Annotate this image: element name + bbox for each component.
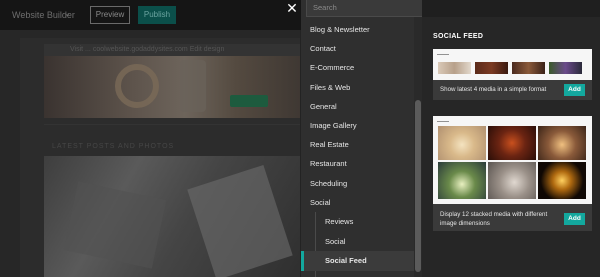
preview-panel-header bbox=[422, 0, 600, 17]
page-divider bbox=[44, 124, 300, 125]
subcategory-social-feed[interactable]: Social Feed bbox=[301, 251, 414, 271]
media-thumbnail bbox=[488, 126, 536, 160]
publish-button: Publish bbox=[138, 6, 176, 24]
ring-shape bbox=[115, 64, 159, 108]
media-thumbnail bbox=[438, 126, 486, 160]
card-description: Show latest 4 media in a simple format bbox=[440, 86, 547, 93]
close-icon[interactable]: ✕ bbox=[284, 0, 300, 16]
card-description: Display 12 stacked media with different … bbox=[440, 211, 548, 227]
subcategory-social[interactable]: Social bbox=[301, 232, 414, 252]
media-thumbnail bbox=[549, 62, 582, 74]
scrollbar-thumb[interactable] bbox=[415, 100, 421, 272]
media-thumbnail bbox=[538, 126, 586, 160]
preview-header-line: ▬▬▬▬ bbox=[437, 52, 449, 56]
category-image-gallery[interactable]: Image Gallery bbox=[301, 116, 414, 136]
page-section-caption: LATEST POSTS AND PHOTOS bbox=[52, 143, 175, 150]
category-contact[interactable]: Contact bbox=[301, 39, 414, 59]
subcategory-reviews[interactable]: Reviews bbox=[301, 212, 414, 232]
category-restaurant[interactable]: Restaurant bbox=[301, 154, 414, 174]
category-blog-newsletter[interactable]: Blog & Newsletter bbox=[301, 20, 414, 40]
add-button[interactable]: Add bbox=[564, 213, 585, 225]
category-scheduling[interactable]: Scheduling bbox=[301, 174, 414, 194]
media-thumbnail bbox=[538, 162, 586, 199]
category-files-web[interactable]: Files & Web bbox=[301, 78, 414, 98]
search-input[interactable]: Search bbox=[306, 0, 424, 17]
category-e-commerce[interactable]: E-Commerce bbox=[301, 58, 414, 78]
category-general[interactable]: General bbox=[301, 97, 414, 117]
section-title: SOCIAL FEED bbox=[433, 33, 484, 40]
preview-button: Preview bbox=[90, 6, 130, 24]
hero-badge bbox=[230, 95, 268, 107]
active-indicator bbox=[301, 251, 304, 271]
chevron-down-icon: ⌄ bbox=[64, 9, 71, 18]
media-thumbnail bbox=[512, 62, 545, 74]
category-social[interactable]: Social bbox=[301, 193, 414, 213]
preview-header-line: ▬▬▬▬ bbox=[437, 119, 449, 123]
jar-shape bbox=[180, 60, 206, 112]
page-hero-image bbox=[44, 56, 300, 118]
media-thumbnail bbox=[438, 162, 486, 199]
site-url-text: Visit ... coolwebsite.godaddysites.com E… bbox=[70, 46, 225, 53]
media-thumbnail bbox=[475, 62, 508, 74]
media-thumbnail bbox=[488, 162, 536, 199]
add-button[interactable]: Add bbox=[564, 84, 585, 96]
category-real-estate[interactable]: Real Estate bbox=[301, 135, 414, 155]
media-thumbnail bbox=[438, 62, 471, 74]
